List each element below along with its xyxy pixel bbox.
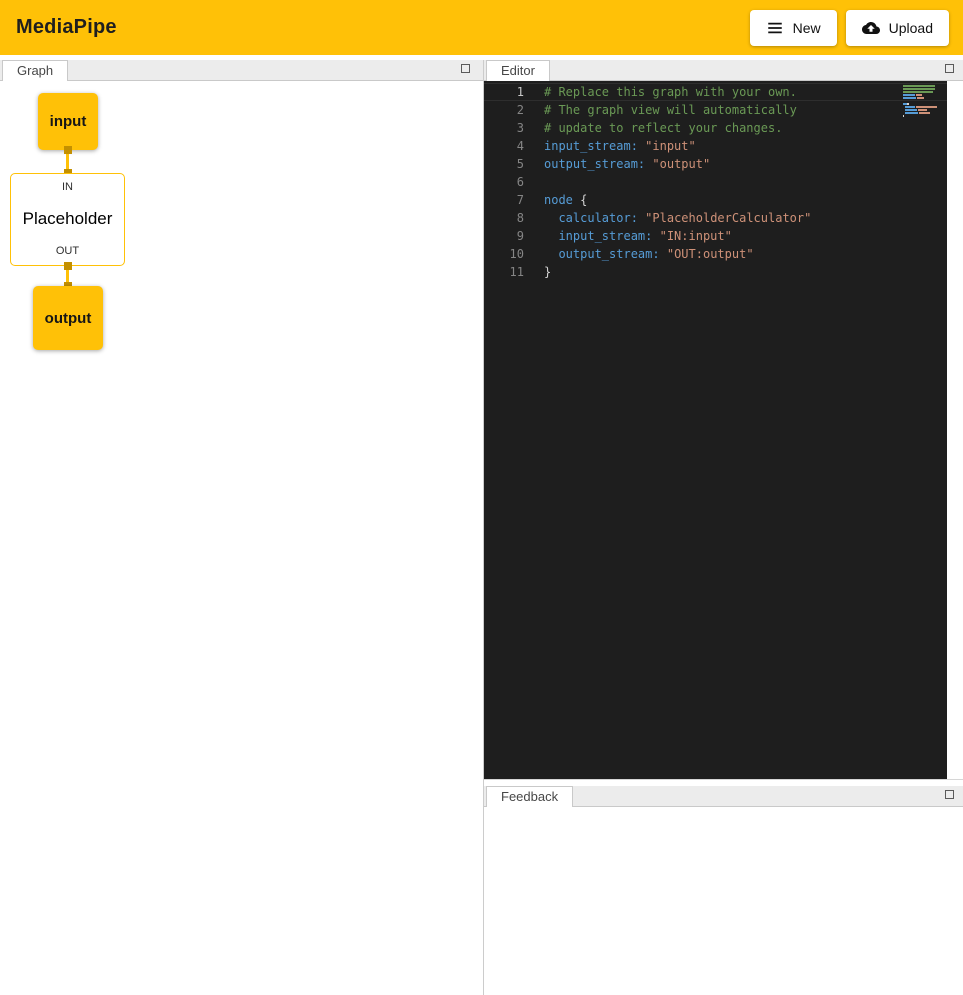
main-content: Graph input IN Placeholder OUT output <box>0 60 963 995</box>
menu-icon <box>766 19 784 37</box>
line-number: 11 <box>484 263 524 281</box>
graph-tab-bar: Graph <box>0 60 483 81</box>
line-number: 10 <box>484 245 524 263</box>
code-line: 2# The graph view will automatically <box>484 101 947 119</box>
code-line: 7node { <box>484 191 947 209</box>
code-line: 5output_stream: "output" <box>484 155 947 173</box>
new-button-label: New <box>793 20 821 36</box>
line-number: 2 <box>484 101 524 119</box>
graph-canvas[interactable]: input IN Placeholder OUT output <box>0 81 483 995</box>
code-line: 3# update to reflect your changes. <box>484 119 947 137</box>
tab-feedback[interactable]: Feedback <box>486 786 573 807</box>
graph-node-input-label: input <box>50 113 87 130</box>
feedback-tab-bar: Feedback <box>484 786 963 807</box>
graph-node-placeholder[interactable]: IN Placeholder OUT <box>10 173 125 266</box>
app-header: MediaPipe New Upload <box>0 0 963 55</box>
code-line: 9 input_stream: "IN:input" <box>484 227 947 245</box>
code-editor[interactable]: 1# Replace this graph with your own.2# T… <box>484 81 947 779</box>
line-number: 4 <box>484 137 524 155</box>
graph-node-output-label: output <box>45 310 92 327</box>
graph-node-input[interactable]: input <box>38 93 98 150</box>
new-button[interactable]: New <box>750 10 837 46</box>
line-number: 9 <box>484 227 524 245</box>
tab-graph[interactable]: Graph <box>2 60 68 81</box>
code-line: 6 <box>484 173 947 191</box>
tab-editor[interactable]: Editor <box>486 60 550 81</box>
feedback-panel: Feedback <box>484 786 963 995</box>
upload-button-label: Upload <box>889 20 933 36</box>
cloud-upload-icon <box>862 19 880 37</box>
placeholder-in-port-label: IN <box>62 181 73 193</box>
code-line: 8 calculator: "PlaceholderCalculator" <box>484 209 947 227</box>
placeholder-out-port-label: OUT <box>56 245 79 257</box>
maximize-icon[interactable] <box>461 64 470 73</box>
line-number: 7 <box>484 191 524 209</box>
graph-panel: Graph input IN Placeholder OUT output <box>0 60 484 995</box>
graph-node-placeholder-label: Placeholder <box>23 209 113 229</box>
editor-minimap[interactable] <box>903 85 941 118</box>
line-number: 6 <box>484 173 524 191</box>
code-line: 1# Replace this graph with your own. <box>484 83 947 101</box>
code-line: 4input_stream: "input" <box>484 137 947 155</box>
editor-tab-bar: Editor <box>484 60 963 81</box>
editor-rows: 1# Replace this graph with your own.2# T… <box>484 83 947 281</box>
header-actions: New Upload <box>750 10 949 46</box>
right-column: Editor 1# Replace this graph with your o… <box>484 60 963 995</box>
maximize-icon[interactable] <box>945 790 954 799</box>
upload-button[interactable]: Upload <box>846 10 949 46</box>
editor-body: 1# Replace this graph with your own.2# T… <box>484 81 963 779</box>
port-input-out <box>64 146 72 154</box>
editor-panel: Editor 1# Replace this graph with your o… <box>484 60 963 780</box>
line-number: 5 <box>484 155 524 173</box>
app-title: MediaPipe <box>16 16 117 39</box>
graph-node-output[interactable]: output <box>33 286 103 350</box>
editor-scrollbar-track[interactable] <box>947 81 963 779</box>
code-line: 11} <box>484 263 947 281</box>
port-placeholder-out <box>64 262 72 270</box>
line-number: 3 <box>484 119 524 137</box>
code-line: 10 output_stream: "OUT:output" <box>484 245 947 263</box>
line-number: 1 <box>484 83 524 101</box>
line-number: 8 <box>484 209 524 227</box>
maximize-icon[interactable] <box>945 64 954 73</box>
feedback-body <box>484 807 963 995</box>
